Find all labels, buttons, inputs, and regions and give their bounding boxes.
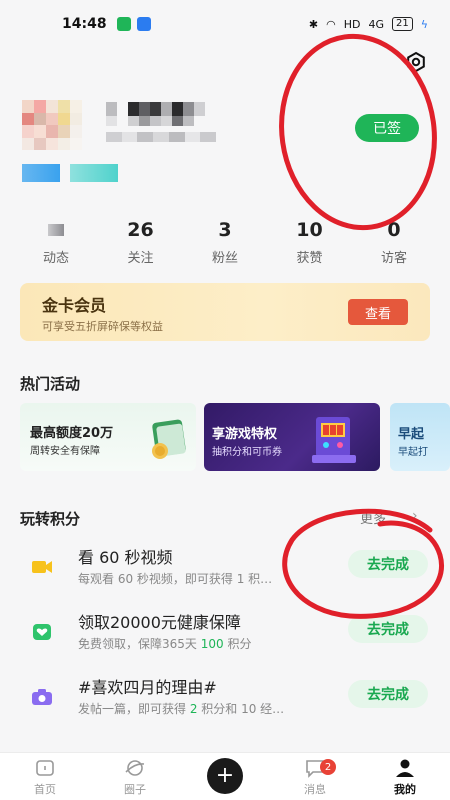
planet-icon [125, 759, 145, 776]
bottom-tab-bar: 首页 圈子 + 消息 2 我的 [0, 752, 450, 800]
loan-banner[interactable]: 最高额度20万 周转安全有保障 [20, 403, 196, 471]
status-bar: 14:48 ✱ ◠ HD 4G 21 ϟ [0, 0, 450, 48]
wallet-icon [152, 419, 186, 459]
task-item[interactable]: 看 60 秒视频 每观看 60 秒视频，即可获得 1 积… 去完成 [20, 542, 430, 592]
stat-label: 获赞 [296, 251, 323, 266]
desc-text-end: 积分和 10 经… [197, 702, 285, 716]
user-id-blurred [106, 132, 217, 142]
points-title: 玩转积分 [20, 510, 81, 528]
stat-value: 0 [387, 219, 401, 241]
member-badge [70, 164, 118, 182]
banner-subtitle: 周转安全有保障 [30, 446, 100, 457]
tab-label: 我的 [394, 782, 416, 796]
signal-label: 4G [368, 17, 384, 31]
view-membership-button[interactable]: 查看 [348, 299, 408, 325]
stat-label: 关注 [127, 251, 154, 266]
charging-icon: ϟ [420, 17, 428, 31]
translate-app-icon [136, 17, 151, 31]
plus-icon: + [207, 757, 243, 794]
banner-subtitle: 早起打 [398, 447, 428, 458]
stat-value: 3 [218, 219, 232, 241]
desc-points: 100 [200, 637, 224, 651]
banner-title: 早起 [398, 427, 425, 442]
activity-carousel[interactable]: 最高额度20万 周转安全有保障 享游戏特权 抽积分和可币券 早起 早起打 [20, 403, 450, 471]
vip-subtitle: 可享受五折屏碎保等权益 [42, 320, 163, 333]
hot-activities-title: 热门活动 [20, 375, 81, 393]
avatar[interactable] [22, 100, 82, 150]
banner-title: 最高额度20万 [30, 426, 114, 441]
desc-text: 发帖一篇，即可获得 [78, 702, 190, 716]
chevron-right-icon[interactable]: › [412, 508, 418, 524]
banner-title: 享游戏特权 [212, 427, 278, 442]
task-title: 领取20000元健康保障 [78, 613, 241, 632]
tab-home[interactable]: 首页 [0, 753, 90, 800]
go-complete-button[interactable]: 去完成 [348, 680, 428, 708]
task-description: 免费领取，保障365天 100 积分 [78, 635, 251, 652]
unread-badge: 2 [320, 759, 336, 775]
task-description: 每观看 60 秒视频，即可获得 1 积… [78, 570, 272, 587]
arcade-machine-icon [312, 417, 356, 463]
tab-messages[interactable]: 消息 2 [270, 753, 360, 800]
early-rise-banner[interactable]: 早起 早起打 [390, 403, 450, 471]
stats-row: 动态 26 关注 3 粉丝 10 获赞 0 访客 [20, 218, 430, 268]
go-complete-button[interactable]: 去完成 [348, 550, 428, 578]
stat-followers[interactable]: 3 粉丝 [189, 218, 261, 268]
level-badge [22, 164, 60, 182]
username-blurred [106, 102, 216, 126]
tab-post[interactable]: + [180, 753, 270, 800]
desc-text: 免费领取，保障365天 [78, 637, 201, 651]
desc-text-end: 积… [244, 572, 273, 586]
hd-label: HD [343, 17, 361, 31]
stat-visitors[interactable]: 0 访客 [358, 218, 430, 268]
banner-subtitle: 抽积分和可币券 [212, 447, 282, 458]
task-description: 发帖一篇，即可获得 2 积分和 10 经… [78, 700, 284, 717]
go-complete-button[interactable]: 去完成 [348, 615, 428, 643]
stat-value: 10 [296, 219, 323, 241]
task-title: #喜欢四月的理由# [78, 678, 217, 697]
desc-text: 每观看 60 秒视频，即可获得 1 [78, 572, 245, 586]
vip-title: 金卡会员 [42, 296, 107, 315]
task-item[interactable]: 领取20000元健康保障 免费领取，保障365天 100 积分 去完成 [20, 607, 430, 657]
status-indicators: ✱ ◠ HD 4G 21 ϟ [309, 17, 428, 31]
stat-label: 动态 [42, 251, 69, 266]
battery-icon: 21 [392, 17, 413, 31]
user-icon [396, 759, 414, 777]
stat-value [20, 218, 92, 242]
game-privilege-banner[interactable]: 享游戏特权 抽积分和可币券 [204, 403, 380, 471]
tab-label: 消息 [304, 782, 326, 796]
tab-label: 首页 [34, 782, 56, 796]
task-title: 看 60 秒视频 [78, 548, 173, 567]
stat-label: 粉丝 [211, 251, 238, 266]
bluetooth-icon: ✱ [308, 17, 319, 31]
stat-posts[interactable]: 动态 [20, 218, 92, 268]
camera-icon [32, 689, 52, 705]
stat-value: 26 [127, 219, 154, 241]
check-in-button[interactable]: 已签 [355, 114, 419, 142]
stat-following[interactable]: 26 关注 [105, 218, 177, 268]
gold-membership-card[interactable]: 金卡会员 可享受五折屏碎保等权益 查看 [20, 283, 430, 341]
health-shield-icon [33, 624, 51, 640]
more-link[interactable]: 更多 [360, 508, 386, 527]
tab-me[interactable]: 我的 [360, 753, 450, 800]
video-icon [32, 561, 52, 573]
posts-count-blurred [48, 224, 64, 236]
chat-app-icon [116, 17, 131, 31]
tab-label: 圈子 [124, 782, 146, 796]
settings-icon[interactable] [404, 50, 428, 74]
stat-likes[interactable]: 10 获赞 [274, 218, 346, 268]
stat-label: 访客 [380, 251, 407, 266]
profile-header: 已签 [22, 100, 432, 190]
desc-text-end: 积分 [223, 637, 252, 651]
status-time: 14:48 [62, 16, 107, 32]
home-icon [36, 759, 54, 776]
tab-circle[interactable]: 圈子 [90, 753, 180, 800]
wifi-icon: ◠ [326, 17, 336, 31]
task-item[interactable]: #喜欢四月的理由# 发帖一篇，即可获得 2 积分和 10 经… 去完成 [20, 672, 430, 722]
battery-level: 21 [396, 18, 409, 29]
